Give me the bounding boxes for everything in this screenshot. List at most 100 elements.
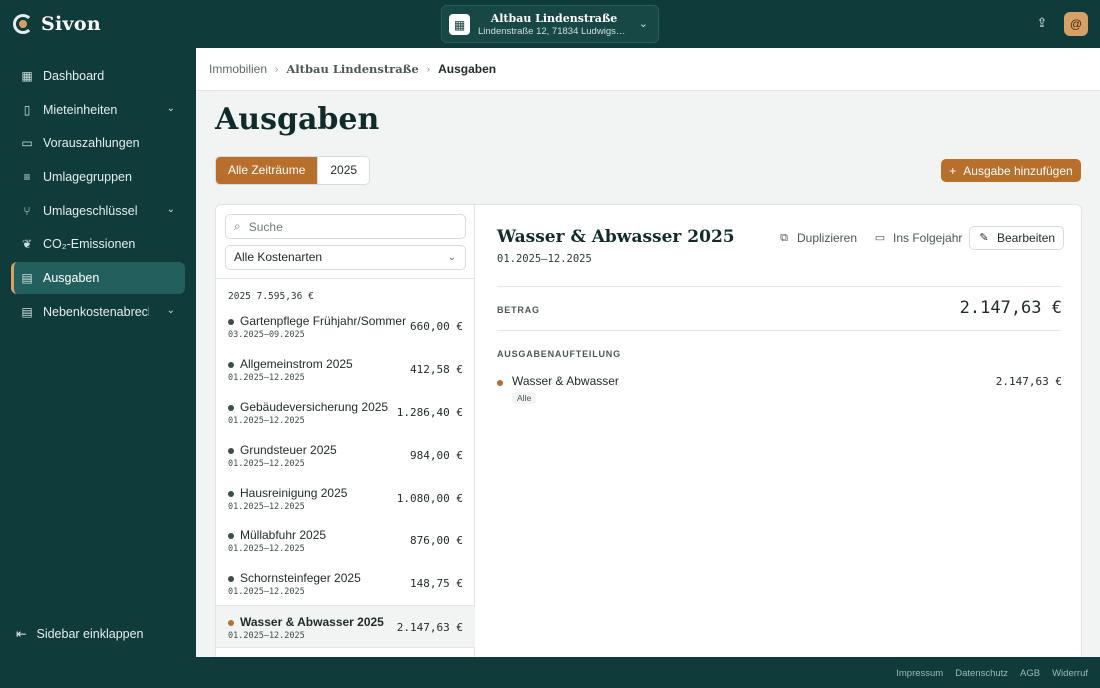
allocation-name: Wasser & Abwasser bbox=[512, 374, 619, 388]
footer: Impressum Datenschutz AGB Widerruf bbox=[0, 657, 1100, 688]
expense-dates: 01.2025–12.2025 bbox=[228, 458, 305, 469]
sidebar-item-stack[interactable]: ≡ Umlagegruppen bbox=[11, 161, 185, 193]
sidebar-item-label: Mieteinheiten bbox=[43, 102, 118, 117]
footer-link[interactable]: Impressum bbox=[896, 668, 943, 679]
sidebar-item-door[interactable]: ▯ Mieteinheiten ⌄ bbox=[11, 94, 185, 126]
expense-list-item[interactable]: Wasser & Abwasser 2025 01.2025–12.2025 2.1… bbox=[216, 605, 475, 649]
page-title: Ausgaben bbox=[215, 102, 380, 137]
next-year-button[interactable]: ▭ Ins Folgejahr bbox=[874, 231, 963, 245]
filter-all-periods[interactable]: Alle Zeiträume bbox=[216, 157, 318, 184]
duplicate-label: Duplizieren bbox=[797, 231, 858, 245]
sidebar-item-grid[interactable]: ▦ Dashboard bbox=[11, 60, 185, 92]
receipt-icon: ▤ bbox=[21, 271, 33, 286]
expense-name: Gartenpflege Frühjahr/Sommer bbox=[240, 314, 407, 328]
detail-amount: 2.147,63 € bbox=[959, 298, 1062, 318]
sidebar-item-label: CO₂-Emissionen bbox=[43, 237, 136, 252]
footer-link[interactable]: Widerruf bbox=[1052, 668, 1088, 679]
expense-list-item[interactable]: Allgemeinstrom 2025 01.2025–12.2025 412,58… bbox=[216, 348, 475, 391]
search-input[interactable]: ⌕ Suche bbox=[225, 214, 466, 239]
filter-year-2025[interactable]: 2025 bbox=[317, 157, 369, 184]
sidebar-item-label: Umlageschlüssel bbox=[43, 203, 138, 218]
avatar[interactable]: @ bbox=[1064, 12, 1088, 36]
stack-icon: ≡ bbox=[23, 170, 31, 185]
property-title: Altbau Lindenstraße bbox=[490, 12, 618, 25]
expense-dates: 01.2025–12.2025 bbox=[228, 415, 305, 426]
year-group-header: 2025 7.595,36 € bbox=[228, 291, 314, 302]
expense-detail: Wasser & Abwasser 2025 01.2025–12.2025 ⧉… bbox=[476, 205, 1081, 673]
expense-name: Allgemeinstrom 2025 bbox=[240, 356, 353, 371]
sidebar-item-label: Nebenkostenabrechnung bbox=[43, 304, 149, 319]
calendar-icon: ▭ bbox=[874, 232, 886, 244]
expense-dates: 01.2025–12.2025 bbox=[228, 544, 305, 555]
breadcrumb-property[interactable]: Altbau Lindenstraße bbox=[286, 62, 418, 76]
cost-type-select[interactable]: Alle Kostenarten ⌄ bbox=[225, 245, 466, 270]
document-icon: ▤ bbox=[21, 304, 33, 319]
status-dot bbox=[228, 576, 234, 583]
expense-dates: 03.2025–09.2025 bbox=[228, 330, 305, 340]
expense-list-item[interactable]: Hausreinigung 2025 01.2025–12.2025 1.080,0… bbox=[216, 477, 475, 520]
expense-list-pane: ⌕ Suche Alle Kostenarten ⌄ 2025 7.595,36… bbox=[216, 205, 475, 673]
sidebar-item-label: Umlagegruppen bbox=[43, 170, 132, 185]
duplicate-button[interactable]: ⧉ Duplizieren bbox=[778, 231, 857, 245]
expense-name: Gebäudeversicherung 2025 bbox=[240, 399, 389, 414]
chevron-right-icon: › bbox=[426, 63, 431, 75]
expense-amount: 876,00 € bbox=[410, 534, 463, 548]
property-switcher[interactable]: ▦ Altbau Lindenstraße Lindenstraße 12, 7… bbox=[441, 5, 659, 43]
sidebar-collapse-button[interactable]: ⇤ Sidebar einklappen bbox=[16, 626, 144, 642]
sidebar-item-split[interactable]: ⑂ Umlageschlüssel ⌄ bbox=[11, 195, 185, 227]
leaf-icon: ❦ bbox=[21, 237, 33, 252]
allocation-amount: 2.147,63 € bbox=[995, 375, 1062, 388]
sidebar-item-card[interactable]: ▭ Vorauszahlungen bbox=[11, 127, 185, 159]
sidebar-collapse-label: Sidebar einklappen bbox=[36, 626, 144, 641]
footer-link[interactable]: AGB bbox=[1020, 668, 1040, 679]
sidebar-item-receipt[interactable]: ▤ Ausgaben bbox=[11, 262, 185, 295]
expense-list-item[interactable]: Gebäudeversicherung 2025 01.2025–12.2025 1… bbox=[216, 391, 475, 434]
breadcrumb-current: Ausgaben bbox=[438, 62, 497, 76]
status-dot bbox=[228, 404, 234, 411]
app-name: Sivon bbox=[41, 13, 101, 35]
sidebar-item-label: Vorauszahlungen bbox=[43, 136, 140, 151]
expense-dates: 01.2025–12.2025 bbox=[228, 631, 305, 642]
chevron-down-icon: ⌄ bbox=[166, 304, 175, 316]
amount-label: BETRAG bbox=[497, 305, 540, 315]
footer-link[interactable]: Datenschutz bbox=[955, 668, 1008, 679]
collapse-icon: ⇤ bbox=[16, 627, 27, 641]
chevron-down-icon: ⌄ bbox=[166, 203, 175, 215]
breadcrumb-root[interactable]: Immobilien bbox=[209, 62, 267, 76]
cost-type-value: Alle Kostenarten bbox=[234, 250, 323, 264]
sidebar-item-leaf[interactable]: ❦ CO₂-Emissionen bbox=[11, 228, 185, 260]
status-dot bbox=[228, 620, 234, 627]
expense-name: Müllabfuhr 2025 bbox=[240, 528, 327, 543]
app-logo[interactable]: Sivon bbox=[13, 13, 101, 35]
chevron-down-icon: ⌄ bbox=[166, 102, 175, 114]
edit-button[interactable]: ✎ Bearbeiten bbox=[969, 226, 1065, 250]
add-expense-button[interactable]: + Ausgabe hinzufügen bbox=[941, 159, 1081, 182]
expense-name: Grundsteuer 2025 bbox=[240, 442, 337, 457]
expense-list-item[interactable]: Gartenpflege Frühjahr/Sommer 03.2025–09.2… bbox=[216, 305, 475, 348]
status-dot bbox=[228, 361, 234, 368]
chevron-right-icon: › bbox=[275, 63, 279, 75]
sidebar-nav: ▦ Dashboard ▯ Mieteinheiten ⌄ ▭ Vorauszahlunge… bbox=[11, 60, 185, 330]
allocation-dot bbox=[497, 380, 503, 386]
expense-list-item[interactable]: Grundsteuer 2025 01.2025–12.2025 984,00 € bbox=[216, 434, 475, 477]
status-dot bbox=[228, 447, 234, 454]
sidebar: ▦ Dashboard ▯ Mieteinheiten ⌄ ▭ Vorauszahlunge… bbox=[0, 48, 196, 657]
expense-amount: 2.147,63 € bbox=[396, 621, 463, 635]
chevron-down-icon: ⌄ bbox=[447, 252, 456, 263]
expense-name: Wasser & Abwasser 2025 bbox=[240, 615, 384, 630]
allocation-tag: Alle bbox=[512, 392, 537, 404]
status-dot bbox=[228, 319, 234, 325]
detail-title: Wasser & Abwasser 2025 bbox=[497, 227, 735, 247]
next-year-label: Ins Folgejahr bbox=[893, 231, 963, 245]
cloud-upload-icon[interactable]: ⇪ bbox=[1034, 15, 1050, 31]
expense-dates: 01.2025–12.2025 bbox=[228, 372, 305, 383]
copy-icon: ⧉ bbox=[780, 232, 788, 244]
expense-list-item[interactable]: Schornsteinfeger 2025 01.2025–12.2025 148,… bbox=[216, 562, 475, 605]
split-icon: ⑂ bbox=[23, 203, 31, 218]
search-icon: ⌕ bbox=[234, 219, 241, 233]
sidebar-item-document[interactable]: ▤ Nebenkostenabrechnung ⌄ bbox=[11, 296, 185, 328]
detail-dates: 01.2025–12.2025 bbox=[497, 253, 592, 265]
expense-list-item[interactable]: Müllabfuhr 2025 01.2025–12.2025 876,00 € bbox=[216, 519, 475, 562]
card-icon: ▭ bbox=[21, 136, 33, 151]
expense-amount: 412,58 € bbox=[410, 362, 463, 376]
